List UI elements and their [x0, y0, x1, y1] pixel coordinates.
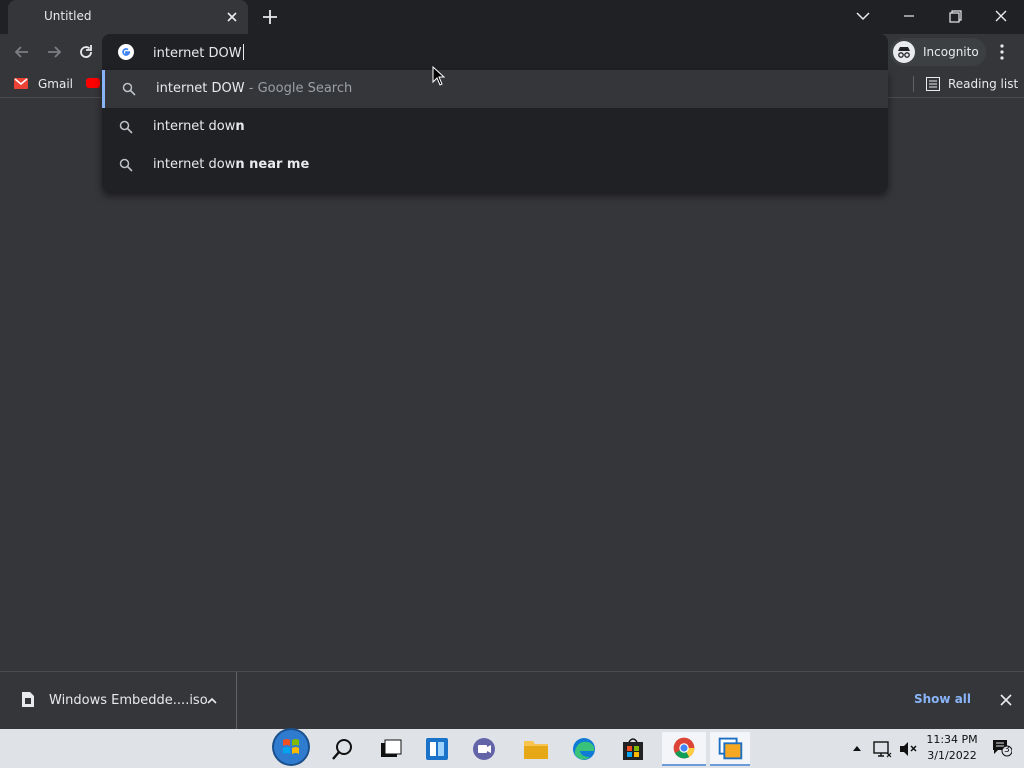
- reading-list-label: Reading list: [948, 77, 1019, 91]
- omnibox-input[interactable]: internet DOW: [153, 44, 244, 61]
- download-file-name: Windows Embedde....iso: [49, 693, 208, 708]
- start-button[interactable]: [271, 727, 311, 767]
- tab-search-icon[interactable]: [848, 4, 878, 28]
- suggestion-text: internet DOW - Google Search: [156, 81, 353, 96]
- notification-center-button[interactable]: 3: [992, 739, 1013, 757]
- search-icon: [122, 82, 136, 96]
- network-icon[interactable]: [870, 732, 894, 766]
- download-shelf: Windows Embedde....iso Show all: [0, 671, 1024, 729]
- back-button[interactable]: [12, 42, 32, 62]
- edge-icon[interactable]: [566, 732, 602, 766]
- incognito-label: Incognito: [923, 45, 979, 59]
- chevron-up-icon[interactable]: [846, 732, 868, 766]
- reload-button[interactable]: [76, 42, 96, 62]
- forward-button[interactable]: [44, 42, 64, 62]
- suggestion-item[interactable]: internet down near me: [102, 146, 888, 184]
- tab-untitled[interactable]: Untitled: [8, 0, 248, 34]
- chat-icon[interactable]: [466, 732, 502, 766]
- incognito-badge[interactable]: Incognito: [890, 38, 986, 66]
- restore-button[interactable]: [940, 4, 970, 28]
- suggestion-text: internet down: [153, 119, 245, 134]
- tab-strip: Untitled: [0, 0, 1024, 34]
- reading-list-icon: [926, 77, 940, 91]
- show-all-button[interactable]: Show all: [914, 692, 971, 706]
- download-item[interactable]: Windows Embedde....iso: [0, 672, 237, 729]
- widgets-icon[interactable]: [419, 732, 455, 766]
- close-icon[interactable]: [224, 9, 240, 25]
- taskbar: 11:34 PM 3/1/2022 3: [0, 727, 1024, 768]
- youtube-icon[interactable]: [86, 78, 100, 88]
- bookmark-gmail-label: Gmail: [38, 77, 74, 91]
- omnibox-suggestions: internet DOW - Google Search internet do…: [102, 70, 888, 192]
- suggestion-item[interactable]: internet DOW - Google Search: [102, 70, 888, 108]
- chrome-icon[interactable]: [662, 732, 706, 766]
- divider: [913, 76, 914, 92]
- store-icon[interactable]: [615, 732, 651, 766]
- search-icon[interactable]: [324, 732, 360, 766]
- incognito-icon: [893, 41, 915, 63]
- close-icon[interactable]: [998, 692, 1014, 708]
- task-view-icon[interactable]: [372, 732, 408, 766]
- search-icon: [119, 120, 133, 134]
- virtual-machine-icon[interactable]: [710, 732, 750, 766]
- minimize-button[interactable]: [894, 4, 924, 28]
- new-tab-button[interactable]: [260, 7, 280, 27]
- file-icon: [22, 692, 34, 707]
- close-window-button[interactable]: [986, 4, 1016, 28]
- text-caret: [242, 44, 244, 60]
- search-icon: [119, 158, 133, 172]
- tab-title: Untitled: [44, 9, 92, 23]
- mouse-cursor-icon: [432, 66, 446, 86]
- file-explorer-icon[interactable]: [518, 732, 554, 766]
- google-g-icon: [118, 44, 134, 60]
- gmail-icon: [14, 78, 28, 89]
- clock-time: 11:34 PM: [926, 733, 978, 746]
- reading-list-button[interactable]: Reading list: [924, 76, 1020, 92]
- clock[interactable]: 11:34 PM 3/1/2022: [924, 732, 980, 764]
- notification-count: 3: [1004, 745, 1010, 755]
- omnibox[interactable]: internet DOW: [102, 34, 888, 70]
- chevron-up-icon[interactable]: [205, 694, 219, 708]
- volume-muted-icon[interactable]: [896, 732, 920, 766]
- suggestion-item[interactable]: internet down: [102, 108, 888, 146]
- menu-kebab-icon[interactable]: [994, 42, 1010, 62]
- suggestion-text: internet down near me: [153, 157, 310, 172]
- clock-date: 3/1/2022: [927, 749, 977, 762]
